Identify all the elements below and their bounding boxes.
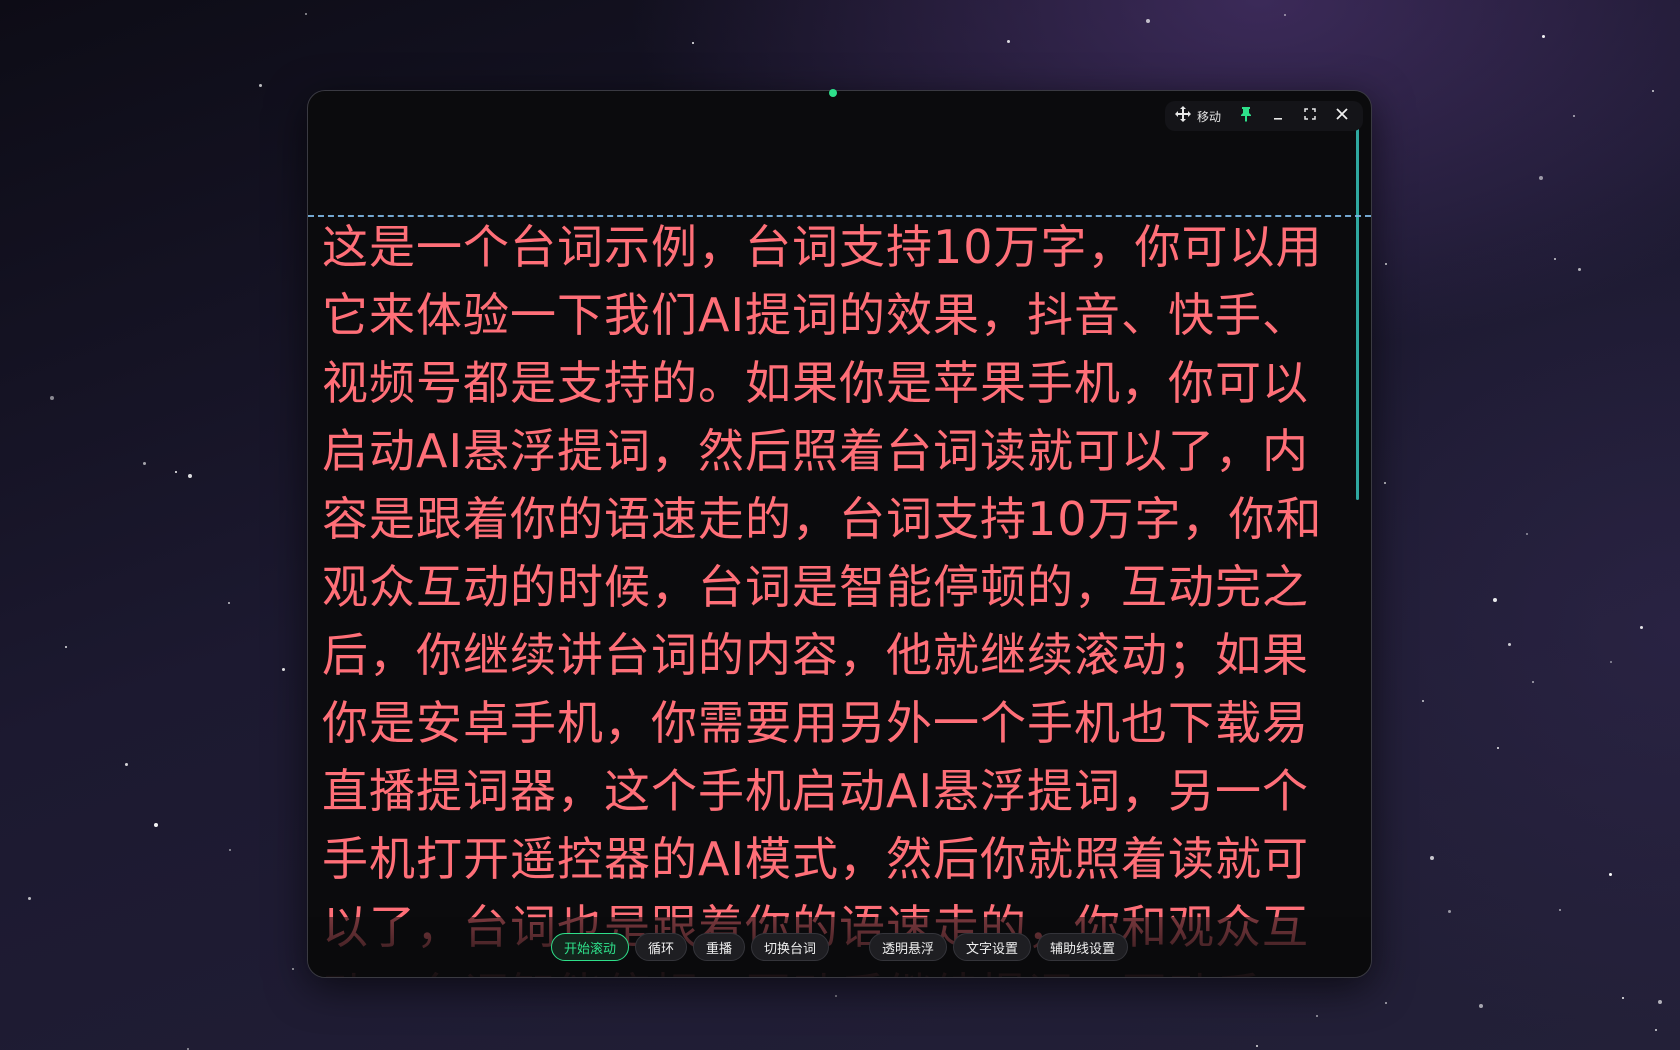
star [692,42,694,44]
star [1479,1004,1483,1008]
maximize-icon [1304,108,1316,124]
star [1559,909,1561,911]
star [125,763,128,766]
star [1655,1029,1657,1031]
maximize-button[interactable] [1295,103,1325,129]
star [305,13,307,15]
star [1640,626,1643,629]
guide-settings-button[interactable]: 辅助线设置 [1037,933,1129,961]
star [1146,19,1150,23]
close-icon [1336,108,1348,124]
text-settings-button[interactable]: 文字设置 [953,933,1032,961]
star [28,897,31,900]
star [1497,747,1499,749]
pin-icon [1239,106,1253,126]
replay-button[interactable]: 重播 [692,933,745,961]
move-button[interactable]: 移动 [1171,103,1229,129]
script-text: 这是一个台词示例，台词支持10万字，你可以用它来体验一下我们AI提词的效果，抖音… [322,220,1323,977]
star [1422,700,1424,702]
star [175,471,177,473]
transparent-float-button[interactable]: 透明悬浮 [869,933,948,961]
control-bar: 开始滚动 循环 重播 切换台词 透明悬浮 文字设置 辅助线设置 [308,917,1371,977]
pin-button[interactable] [1231,103,1261,129]
star [1610,661,1612,663]
star [1284,14,1286,16]
window-toolbar: 移动 [1164,101,1363,131]
star [1609,873,1612,876]
star [1430,856,1434,860]
star [1448,910,1451,913]
star [1658,1000,1662,1004]
star [1652,90,1654,92]
teleprompter-window: 移动 这是一个台词示例，台词支持10万字，你可以用它来体验一下我们AI提词的效果… [307,90,1372,978]
star [1508,643,1511,646]
loop-button[interactable]: 循环 [634,933,687,961]
star [1007,40,1010,43]
star [154,823,158,827]
star [1256,1045,1258,1047]
star [50,396,54,400]
resize-handle-dot[interactable] [829,89,837,97]
star [65,646,67,648]
star [229,849,231,851]
star [1542,35,1545,38]
star [1578,268,1581,271]
move-icon [1174,106,1191,126]
star [1316,1015,1318,1017]
star [143,462,146,465]
minimize-button[interactable] [1263,103,1293,129]
star [1573,115,1575,117]
star [1384,482,1386,484]
star [1493,598,1497,602]
star [1526,533,1528,535]
star [1532,681,1534,683]
star [228,602,230,604]
start-scroll-button[interactable]: 开始滚动 [550,933,629,961]
star [282,668,285,671]
star [292,968,294,970]
star [1539,176,1543,180]
move-label: 移动 [1196,109,1221,124]
star [1385,263,1387,265]
minimize-icon [1272,108,1284,124]
star [1622,997,1624,999]
star [1554,258,1556,260]
star [1385,1002,1387,1004]
close-button[interactable] [1327,103,1357,129]
switch-script-button[interactable]: 切换台词 [750,933,829,961]
star [835,995,837,997]
star [188,474,192,478]
star [259,84,262,87]
scroll-progress-bar[interactable] [1356,107,1359,500]
